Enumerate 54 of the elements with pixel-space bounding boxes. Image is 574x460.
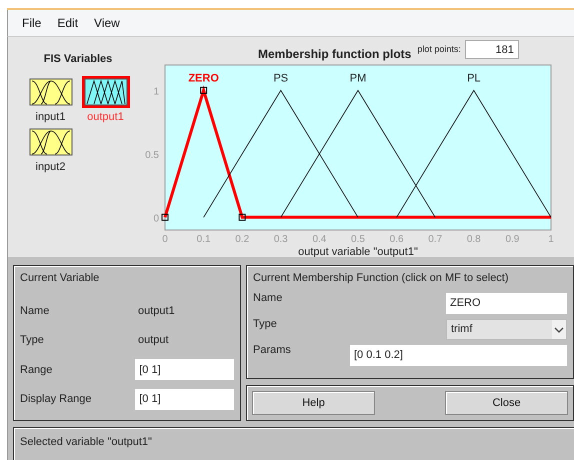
membership-curve[interactable] [164,85,551,219]
field-label: Display Range [20,393,93,406]
field-label: Type [253,318,277,330]
field-label: Name [253,292,282,304]
variable-name[interactable]: input2 [36,161,66,173]
membership-curve[interactable] [203,90,358,218]
x-tick-label: 0.4 [312,234,326,245]
membership-curve[interactable] [280,90,436,218]
input-field[interactable]: ZERO [446,292,567,314]
x-tick-label: 0 [162,234,168,245]
x-tick-label: 0.5 [351,234,365,245]
mf-label[interactable]: PL [467,72,481,85]
input-field[interactable]: [0 1] [135,359,234,380]
menu-item[interactable]: File [14,16,50,30]
y-tick-label: 0.5 [145,150,159,161]
section-title: FIS Variables [44,53,112,65]
menu-item[interactable]: View [86,16,128,30]
y-tick-label: 0 [153,213,159,224]
x-tick-label: 0.3 [274,234,288,245]
status-text: Selected variable "output1" [20,436,152,448]
field-value: output1 [138,304,175,317]
membership-curve[interactable] [396,90,552,218]
caret-icon [552,320,566,338]
field-label: Range [20,364,54,376]
plot-points-label: plot points: [417,44,461,54]
dialog-button[interactable]: Help [252,391,375,415]
menu-item[interactable]: Edit [49,16,86,30]
panel-title: Current Variable [20,272,100,284]
variable-name[interactable]: input1 [36,111,66,123]
mf-label[interactable]: ZERO [188,72,219,85]
x-tick-label: 0.6 [390,234,404,245]
panel-title: Current Membership Function (click on MF to select) [253,272,510,284]
x-tick-label: 0.1 [196,234,211,245]
x-axis-label: output variable "output1" [298,246,418,257]
input-field[interactable]: [0 1] [135,388,234,410]
x-tick-label: 0.7 [428,234,442,245]
dialog-button[interactable]: Close [445,391,568,415]
field-label: Name [20,304,50,317]
field-label: Type [20,334,45,346]
field-value: output [138,334,169,346]
mf-label[interactable]: PS [273,72,288,85]
x-tick-label: 0.8 [466,234,481,245]
handle-icon[interactable] [162,86,246,221]
x-tick-label: 1 [548,234,554,245]
x-tick-label: 0.2 [235,234,250,245]
y-tick-label: 1 [153,86,159,98]
chart-title: Membership function plots [258,47,412,61]
x-tick-label: 0.9 [505,234,520,245]
mf-label[interactable]: PM [350,72,366,85]
plot-points-field[interactable]: 181 [464,40,519,59]
output-variable-icon[interactable] [80,75,130,109]
type-dropdown[interactable]: trimf [446,318,567,340]
field-label: Params [253,344,291,356]
input-field[interactable]: [0 0.1 0.2] [350,344,567,366]
